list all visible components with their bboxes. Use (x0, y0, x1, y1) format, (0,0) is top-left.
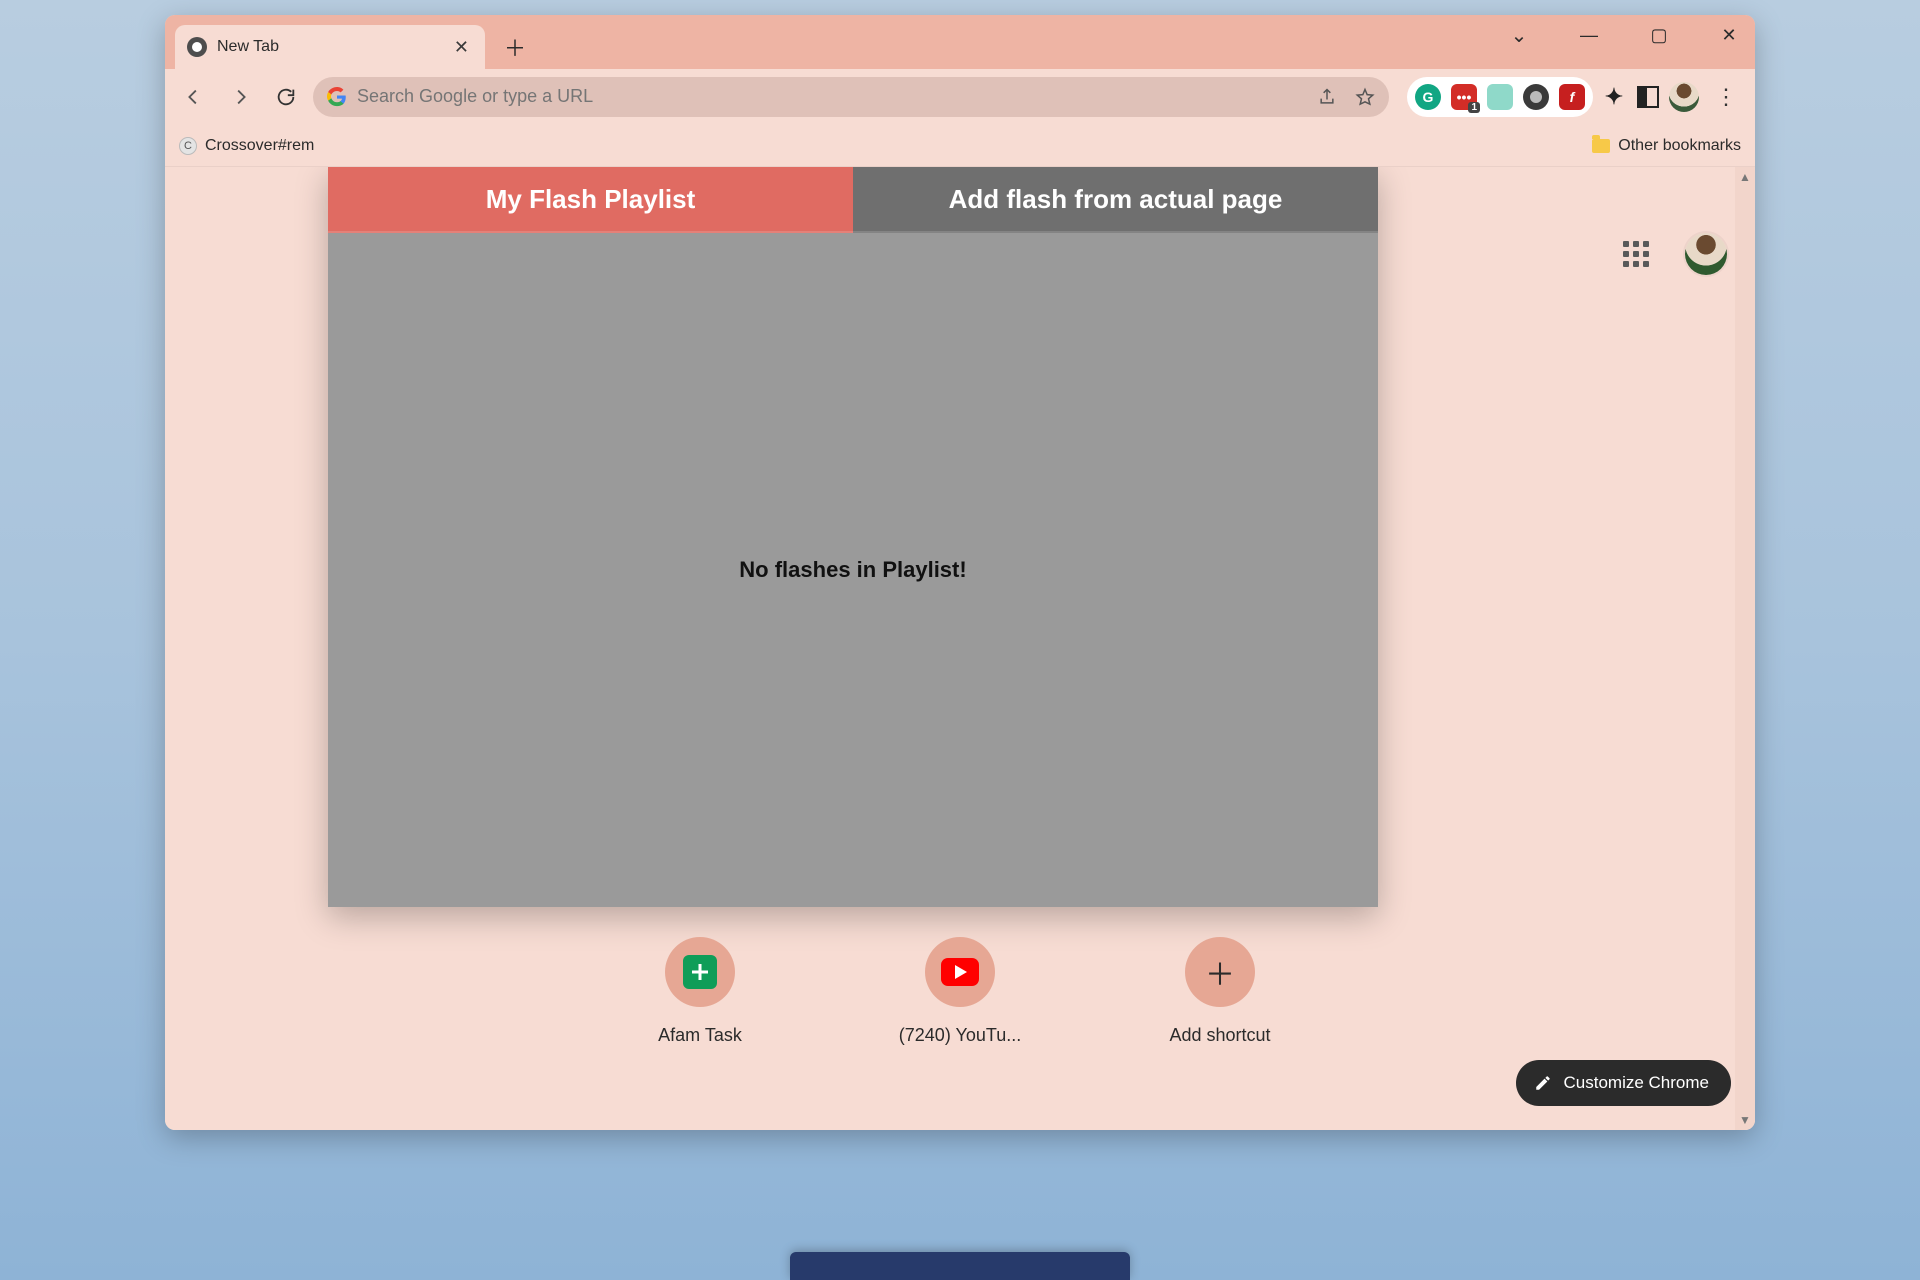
shortcut-label: (7240) YouTu... (880, 1025, 1040, 1046)
youtube-icon (941, 958, 979, 986)
shortcut-label: Afam Task (620, 1025, 780, 1046)
google-sheets-icon (683, 955, 717, 989)
extensions-puzzle-icon[interactable]: ✦ (1601, 84, 1627, 110)
other-bookmarks-label: Other bookmarks (1618, 137, 1741, 155)
windows-taskbar[interactable] (0, 1252, 1920, 1280)
reload-button[interactable] (267, 78, 305, 116)
bookmarks-bar: C Crossover#rem Other bookmarks (165, 125, 1755, 167)
flash-popup-body: No flashes in Playlist! (328, 233, 1378, 907)
ntp-top-right (1623, 233, 1727, 275)
customize-chrome-button[interactable]: Customize Chrome (1516, 1060, 1732, 1106)
window-close-button[interactable]: ✕ (1709, 25, 1749, 46)
grammarly-extension-icon[interactable]: G (1415, 84, 1441, 110)
reader-extension-icon[interactable] (1487, 84, 1513, 110)
toolbar: G •••1 f ✦ ⋮ (165, 69, 1755, 125)
flash-extension-popup: My Flash Playlist Add flash from actual … (328, 167, 1378, 907)
shortcut-circle (665, 937, 735, 1007)
tab-close-button[interactable]: ✕ (450, 33, 473, 62)
bookmark-label: Crossover#rem (205, 137, 314, 155)
shortcut-circle: ＋ (1185, 937, 1255, 1007)
google-g-icon (327, 87, 347, 107)
profile-avatar-small[interactable] (1669, 82, 1699, 112)
flash-tab-add-label: Add flash from actual page (949, 184, 1283, 215)
bookmark-favicon-icon: C (179, 137, 197, 155)
shortcut-add[interactable]: ＋ Add shortcut (1140, 937, 1300, 1046)
window-maximize-button[interactable]: ▢ (1639, 25, 1679, 46)
folder-icon (1592, 139, 1610, 153)
back-button[interactable] (175, 78, 213, 116)
forward-button[interactable] (221, 78, 259, 116)
window-controls: ⌄ — ▢ ✕ (1499, 23, 1749, 48)
browser-window: New Tab ✕ ＋ ⌄ — ▢ ✕ (165, 15, 1755, 1130)
flash-tab-add[interactable]: Add flash from actual page (853, 167, 1378, 233)
reload-icon (275, 86, 297, 108)
tab-title: New Tab (217, 38, 279, 56)
new-tab-button[interactable]: ＋ (497, 29, 533, 65)
window-minimize-button[interactable]: — (1569, 25, 1609, 46)
tab-strip: New Tab ✕ ＋ ⌄ — ▢ ✕ (165, 15, 1755, 69)
scroll-down-arrow-icon[interactable]: ▼ (1735, 1110, 1755, 1130)
page-content: ▲ ▼ My Flash Playlist Add flash from act… (165, 167, 1755, 1130)
profile-avatar-large[interactable] (1685, 233, 1727, 275)
chrome-favicon-icon (187, 37, 207, 57)
extension-pill: G •••1 f (1407, 77, 1593, 117)
lastpass-extension-icon[interactable]: •••1 (1451, 84, 1477, 110)
flash-popup-tabs: My Flash Playlist Add flash from actual … (328, 167, 1378, 233)
tab-search-chevron-icon[interactable]: ⌄ (1499, 23, 1539, 48)
scroll-up-arrow-icon[interactable]: ▲ (1735, 167, 1755, 187)
share-icon[interactable] (1317, 87, 1337, 107)
plus-icon: ＋ (1205, 950, 1235, 994)
google-apps-grid-icon[interactable] (1623, 241, 1649, 267)
shortcut-afam-task[interactable]: Afam Task (620, 937, 780, 1046)
omnibox-input[interactable] (357, 86, 1307, 107)
extensions-area: G •••1 f ✦ ⋮ (1407, 77, 1745, 117)
side-panel-icon[interactable] (1635, 84, 1661, 110)
bookmark-star-icon[interactable] (1355, 87, 1375, 107)
customize-chrome-label: Customize Chrome (1564, 1073, 1710, 1093)
arrow-left-icon (183, 86, 205, 108)
flash-tab-playlist[interactable]: My Flash Playlist (328, 167, 853, 233)
arrow-right-icon (229, 86, 251, 108)
shortcut-label: Add shortcut (1140, 1025, 1300, 1046)
flash-empty-message: No flashes in Playlist! (739, 557, 966, 583)
darkmode-extension-icon[interactable] (1523, 84, 1549, 110)
other-bookmarks-folder[interactable]: Other bookmarks (1592, 137, 1741, 155)
chrome-menu-button[interactable]: ⋮ (1707, 84, 1745, 110)
ntp-shortcuts: Afam Task (7240) YouTu... ＋ Add shortcut (165, 937, 1755, 1046)
shortcut-circle (925, 937, 995, 1007)
taskbar-center (790, 1252, 1130, 1280)
flash-tab-playlist-label: My Flash Playlist (486, 184, 696, 215)
pencil-icon (1534, 1074, 1552, 1092)
browser-tab[interactable]: New Tab ✕ (175, 25, 485, 69)
flash-player-extension-icon[interactable]: f (1559, 84, 1585, 110)
omnibox[interactable] (313, 77, 1389, 117)
bookmark-item-crossover[interactable]: C Crossover#rem (179, 137, 314, 155)
shortcut-youtube[interactable]: (7240) YouTu... (880, 937, 1040, 1046)
